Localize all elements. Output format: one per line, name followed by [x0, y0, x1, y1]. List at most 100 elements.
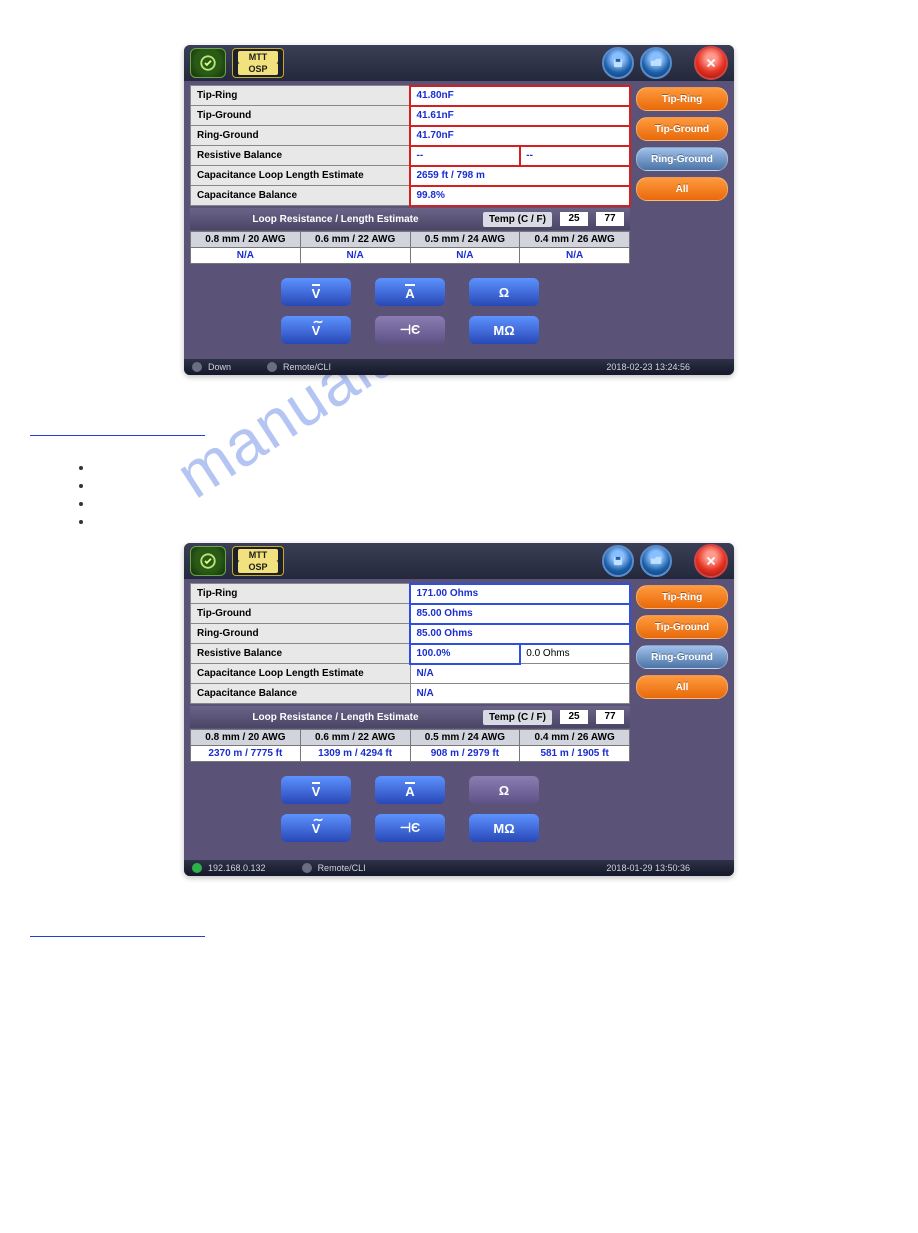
awg-table: 0.8 mm / 20 AWG 0.6 mm / 22 AWG 0.5 mm /… [190, 729, 630, 762]
open-button[interactable] [640, 545, 672, 577]
temp-label[interactable]: Temp (C / F) [483, 212, 552, 227]
module-badge: MTT OSP [232, 48, 284, 78]
remote-status-icon [267, 362, 277, 372]
mode-vdc-button[interactable]: V [281, 776, 351, 804]
side-ring-ground-button[interactable]: Ring-Ground [636, 645, 728, 669]
awg-table: 0.8 mm / 20 AWG 0.6 mm / 22 AWG 0.5 mm /… [190, 231, 630, 264]
ip-status-icon [192, 362, 202, 372]
mode-adc-button[interactable]: A [375, 278, 445, 306]
row-label: Ring-Ground [191, 624, 411, 644]
mode-vac-button[interactable]: ∼V [281, 316, 351, 344]
awg-col: 0.4 mm / 26 AWG [520, 730, 630, 746]
mode-cap-button[interactable]: ⊣Є [375, 316, 445, 344]
remote-status-text: Remote/CLI [318, 863, 366, 873]
value-res-bal-b: 0.0 Ohms [520, 644, 630, 664]
title-bar: MTT OSP [184, 45, 734, 81]
value-ring-ground: 41.70nF [410, 126, 630, 146]
status-bar: 192.168.0.132 Remote/CLI 2018-01-29 13:5… [184, 860, 734, 876]
mode-ohm-button[interactable]: Ω [469, 278, 539, 306]
value-tip-ground: 41.61nF [410, 106, 630, 126]
awg-val: N/A [300, 248, 410, 264]
badge-line-1: MTT [238, 51, 278, 63]
row-label: Tip-Ring [191, 86, 411, 106]
list-item [94, 459, 918, 475]
list-item [94, 513, 918, 529]
value-tip-ground: 85.00 Ohms [410, 604, 630, 624]
value-cap-bal: 99.8% [410, 186, 630, 206]
mode-mohm-button[interactable]: MΩ [469, 814, 539, 842]
mode-vdc-button[interactable]: V [281, 278, 351, 306]
loop-header: Loop Resistance / Length Estimate Temp (… [190, 208, 630, 230]
timestamp: 2018-02-23 13:24:56 [606, 362, 690, 372]
temp-c-input[interactable]: 25 [560, 710, 588, 724]
value-ring-ground: 85.00 Ohms [410, 624, 630, 644]
mode-adc-button[interactable]: A [375, 776, 445, 804]
close-button[interactable] [694, 544, 728, 578]
row-label: Tip-Ground [191, 604, 411, 624]
side-all-button[interactable]: All [636, 177, 728, 201]
row-label: Resistive Balance [191, 644, 411, 664]
awg-val: N/A [410, 248, 520, 264]
home-icon[interactable] [190, 48, 226, 78]
open-button[interactable] [640, 47, 672, 79]
side-ring-ground-button[interactable]: Ring-Ground [636, 147, 728, 171]
remote-status-icon [302, 863, 312, 873]
awg-val: N/A [520, 248, 630, 264]
value-cap-loop: N/A [410, 664, 630, 684]
side-tip-ground-button[interactable]: Tip-Ground [636, 615, 728, 639]
side-all-button[interactable]: All [636, 675, 728, 699]
mode-vac-button[interactable]: ∼V [281, 814, 351, 842]
awg-col: 0.4 mm / 26 AWG [520, 232, 630, 248]
temp-label[interactable]: Temp (C / F) [483, 710, 552, 725]
temp-c-input[interactable]: 25 [560, 212, 588, 226]
side-tip-ring-button[interactable]: Tip-Ring [636, 87, 728, 111]
side-tip-ring-button[interactable]: Tip-Ring [636, 585, 728, 609]
awg-val: 2370 m / 7775 ft [191, 746, 301, 762]
awg-col: 0.8 mm / 20 AWG [191, 232, 301, 248]
list-item [94, 477, 918, 493]
save-button[interactable] [602, 47, 634, 79]
awg-col: 0.5 mm / 24 AWG [410, 232, 520, 248]
temp-f-input[interactable]: 77 [596, 212, 624, 226]
list-item [94, 495, 918, 511]
row-label: Capacitance Balance [191, 684, 411, 704]
bullet-list [54, 459, 918, 529]
close-button[interactable] [694, 46, 728, 80]
side-tip-ground-button[interactable]: Tip-Ground [636, 117, 728, 141]
row-label: Tip-Ring [191, 584, 411, 604]
row-label: Tip-Ground [191, 106, 411, 126]
title-bar: MTT OSP [184, 543, 734, 579]
awg-val: 1309 m / 4294 ft [300, 746, 410, 762]
awg-val: N/A [191, 248, 301, 264]
awg-val: 908 m / 2979 ft [410, 746, 520, 762]
awg-col: 0.5 mm / 24 AWG [410, 730, 520, 746]
mode-mohm-button[interactable]: MΩ [469, 316, 539, 344]
row-label: Resistive Balance [191, 146, 411, 166]
remote-status-text: Remote/CLI [283, 362, 331, 372]
status-bar: Down Remote/CLI 2018-02-23 13:24:56 [184, 359, 734, 375]
value-cap-bal: N/A [410, 684, 630, 704]
save-button[interactable] [602, 545, 634, 577]
ip-status-text: Down [208, 362, 231, 372]
awg-val: 581 m / 1905 ft [520, 746, 630, 762]
value-res-bal-b: -- [520, 146, 630, 166]
badge-line-1: MTT [238, 549, 278, 561]
device-screenshot-2: MTT OSP Tip-Ring 171.00 Ohms Tip-Ground … [184, 543, 734, 876]
loop-header: Loop Resistance / Length Estimate Temp (… [190, 706, 630, 728]
temp-f-input[interactable]: 77 [596, 710, 624, 724]
measurement-table: Tip-Ring 41.80nF Tip-Ground 41.61nF Ring… [190, 85, 630, 206]
home-icon[interactable] [190, 546, 226, 576]
value-tip-ring: 41.80nF [410, 86, 630, 106]
awg-col: 0.6 mm / 22 AWG [300, 232, 410, 248]
mode-cap-button[interactable]: ⊣Є [375, 814, 445, 842]
module-badge: MTT OSP [232, 546, 284, 576]
awg-col: 0.8 mm / 20 AWG [191, 730, 301, 746]
value-res-bal-a: -- [410, 146, 520, 166]
badge-line-2: OSP [238, 561, 278, 573]
loop-title: Loop Resistance / Length Estimate [196, 214, 475, 225]
section-link-2[interactable] [30, 922, 918, 938]
row-label: Capacitance Loop Length Estimate [191, 664, 411, 684]
badge-line-2: OSP [238, 63, 278, 75]
mode-ohm-button[interactable]: Ω [469, 776, 539, 804]
section-link-1[interactable] [30, 421, 918, 437]
